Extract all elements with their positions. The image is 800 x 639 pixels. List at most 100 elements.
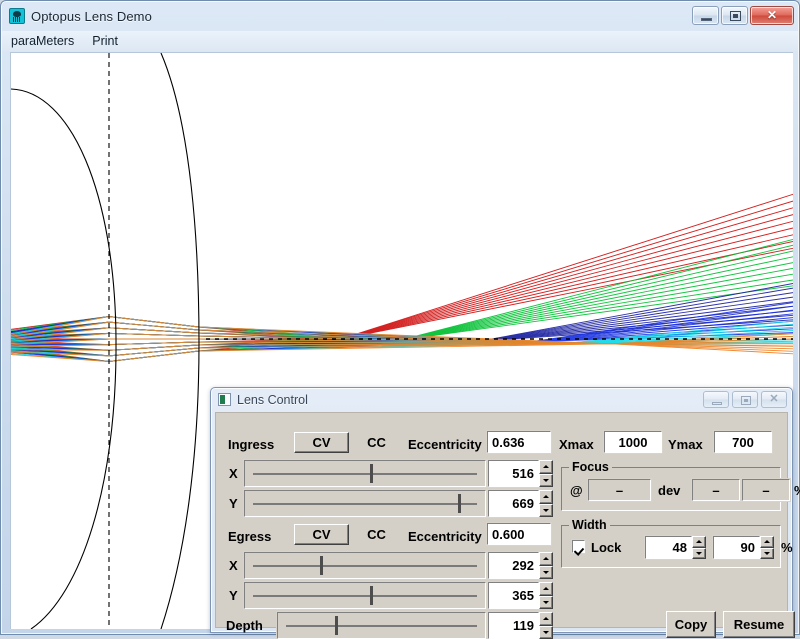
ingress-y-label: Y bbox=[229, 496, 238, 511]
minimize-button[interactable] bbox=[692, 6, 719, 25]
width-value2: 90 bbox=[714, 540, 759, 555]
focus-at-value: – bbox=[589, 483, 650, 498]
main-window: Optopus Lens Demo ✕ paraMeters Print bbox=[0, 0, 800, 635]
egress-x-field[interactable]: 292 bbox=[488, 552, 539, 579]
ingress-y-field[interactable]: 669 bbox=[488, 490, 539, 517]
dialog-body: Ingress CV CC Eccentricity 0.636 Xmax 10… bbox=[215, 412, 788, 628]
width-group: Width Lock 48 90 % bbox=[561, 525, 781, 568]
spinner-up-icon[interactable] bbox=[539, 582, 553, 596]
spinner-up-icon[interactable] bbox=[539, 552, 553, 566]
ingress-cc-button[interactable]: CC bbox=[349, 432, 404, 453]
close-button[interactable]: ✕ bbox=[750, 6, 794, 25]
focus-dev-percent-field[interactable]: – bbox=[742, 479, 790, 501]
focus-dev-value: – bbox=[693, 483, 739, 498]
window-title: Optopus Lens Demo bbox=[31, 9, 152, 24]
spinner-down-icon[interactable] bbox=[760, 548, 774, 560]
ingress-y-value: 669 bbox=[489, 496, 538, 511]
slider-thumb[interactable] bbox=[458, 494, 461, 513]
slider-track bbox=[253, 595, 477, 597]
xmax-label: Xmax bbox=[559, 437, 594, 452]
egress-cc-button[interactable]: CC bbox=[349, 524, 404, 545]
egress-y-label: Y bbox=[229, 588, 238, 603]
focus-dev-percent-value: – bbox=[743, 483, 789, 498]
slider-thumb[interactable] bbox=[320, 556, 323, 575]
spinner-down-icon[interactable] bbox=[539, 596, 553, 610]
menu-item-print[interactable]: Print bbox=[83, 32, 127, 50]
spinner-down-icon[interactable] bbox=[539, 626, 553, 639]
focus-at-label: @ bbox=[570, 483, 583, 498]
width-group-title: Width bbox=[569, 518, 610, 532]
ingress-y-spinner[interactable] bbox=[539, 490, 553, 517]
dialog-title: Lens Control bbox=[237, 393, 308, 407]
ingress-x-field[interactable]: 516 bbox=[488, 460, 539, 487]
width-value2-spinner[interactable] bbox=[760, 536, 774, 559]
width-percent-label: % bbox=[781, 540, 793, 555]
maximize-button[interactable] bbox=[721, 6, 748, 25]
title-bar: Optopus Lens Demo ✕ bbox=[1, 1, 799, 31]
ingress-eccentricity-field[interactable]: 0.636 bbox=[487, 431, 551, 453]
ymax-field[interactable]: 700 bbox=[714, 431, 772, 453]
slider-track bbox=[286, 625, 477, 627]
egress-y-spinner[interactable] bbox=[539, 582, 553, 609]
optopus-app-icon bbox=[9, 8, 25, 24]
ingress-x-value: 516 bbox=[489, 466, 538, 481]
menu-item-parameters[interactable]: paraMeters bbox=[2, 32, 83, 50]
egress-eccentricity-field[interactable]: 0.600 bbox=[487, 523, 551, 545]
depth-label: Depth bbox=[226, 618, 263, 633]
ingress-cv-button[interactable]: CV bbox=[294, 432, 349, 453]
ingress-x-spinner[interactable] bbox=[539, 460, 553, 487]
egress-y-slider[interactable] bbox=[244, 582, 486, 609]
menu-bar: paraMeters Print bbox=[2, 31, 798, 51]
ingress-x-slider[interactable] bbox=[244, 460, 486, 487]
slider-thumb[interactable] bbox=[370, 586, 373, 605]
focus-percent-label: % bbox=[794, 483, 800, 498]
focus-dev-field[interactable]: – bbox=[692, 479, 740, 501]
spinner-up-icon[interactable] bbox=[539, 612, 553, 626]
width-lock-checkbox[interactable] bbox=[572, 540, 585, 553]
maximize-icon bbox=[730, 11, 741, 21]
spinner-up-icon[interactable] bbox=[760, 536, 774, 548]
egress-label: Egress bbox=[228, 529, 271, 544]
close-icon: ✕ bbox=[762, 392, 786, 407]
focus-at-field[interactable]: – bbox=[588, 479, 651, 501]
xmax-field[interactable]: 1000 bbox=[604, 431, 662, 453]
minimize-icon bbox=[701, 18, 712, 21]
spinner-down-icon[interactable] bbox=[692, 548, 706, 560]
egress-y-field[interactable]: 365 bbox=[488, 582, 539, 609]
slider-track bbox=[253, 565, 477, 567]
width-value1-field[interactable]: 48 bbox=[645, 536, 692, 559]
width-value2-field[interactable]: 90 bbox=[713, 536, 760, 559]
ingress-label: Ingress bbox=[228, 437, 274, 452]
lens-control-dialog: Lens Control ✕ Ingress CV CC Eccentricit… bbox=[210, 387, 793, 633]
dialog-minimize-button[interactable] bbox=[703, 391, 729, 408]
egress-x-value: 292 bbox=[489, 558, 538, 573]
slider-thumb[interactable] bbox=[370, 464, 373, 483]
dialog-maximize-button[interactable] bbox=[732, 391, 758, 408]
width-value1-spinner[interactable] bbox=[692, 536, 706, 559]
spinner-up-icon[interactable] bbox=[539, 490, 553, 504]
dialog-close-button[interactable]: ✕ bbox=[761, 391, 787, 408]
resume-button[interactable]: Resume bbox=[723, 611, 795, 638]
xmax-value: 1000 bbox=[605, 435, 661, 450]
spinner-down-icon[interactable] bbox=[539, 504, 553, 518]
copy-button[interactable]: Copy bbox=[666, 611, 716, 638]
spinner-up-icon[interactable] bbox=[539, 460, 553, 474]
slider-thumb[interactable] bbox=[335, 616, 338, 635]
egress-cv-button[interactable]: CV bbox=[294, 524, 349, 545]
ingress-eccentricity-label: Eccentricity bbox=[408, 437, 482, 452]
spinner-down-icon[interactable] bbox=[539, 474, 553, 488]
ingress-y-slider[interactable] bbox=[244, 490, 486, 517]
spinner-up-icon[interactable] bbox=[692, 536, 706, 548]
focus-dev-label: dev bbox=[658, 483, 680, 498]
spinner-down-icon[interactable] bbox=[539, 566, 553, 580]
egress-eccentricity-value: 0.600 bbox=[488, 527, 550, 542]
egress-eccentricity-label: Eccentricity bbox=[408, 529, 482, 544]
egress-x-slider[interactable] bbox=[244, 552, 486, 579]
width-value1: 48 bbox=[646, 540, 691, 555]
egress-x-spinner[interactable] bbox=[539, 552, 553, 579]
egress-y-value: 365 bbox=[489, 588, 538, 603]
ingress-x-label: X bbox=[229, 466, 238, 481]
minimize-icon bbox=[712, 402, 722, 405]
width-lock-label: Lock bbox=[591, 540, 621, 555]
dialog-window-controls: ✕ bbox=[703, 391, 787, 408]
